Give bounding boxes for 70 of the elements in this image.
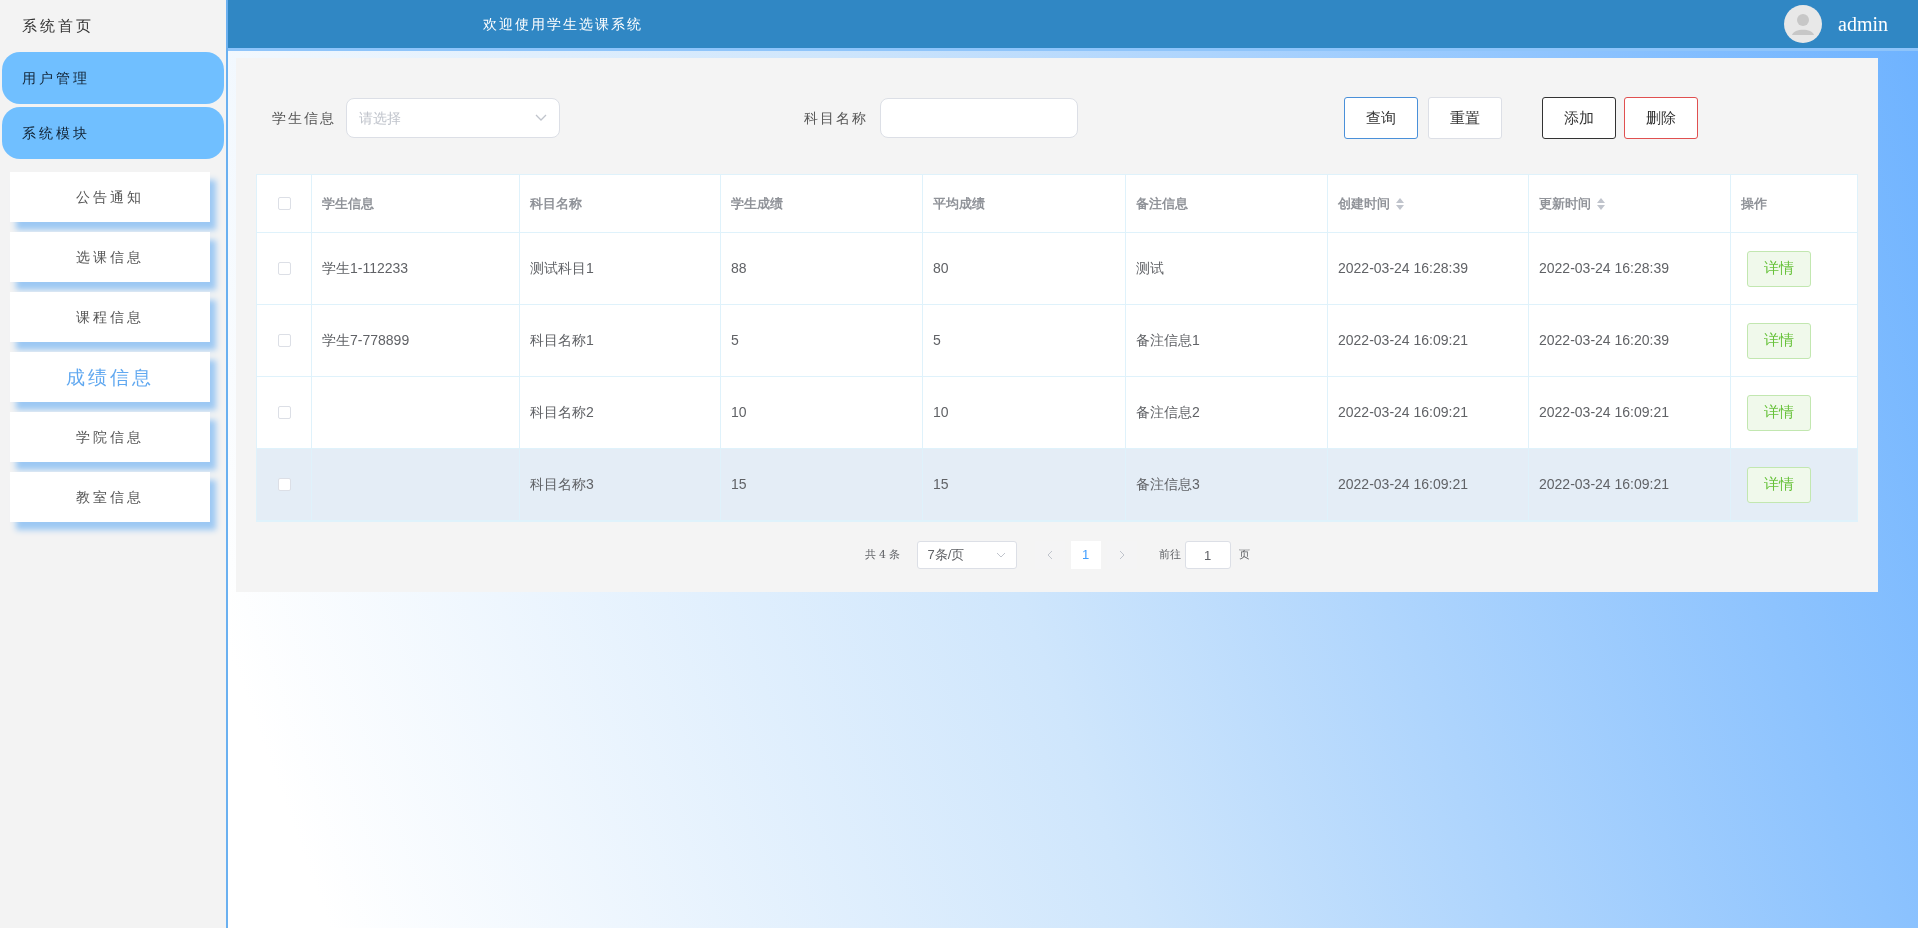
column-header: 备注信息 [1136, 194, 1188, 213]
page-suffix: 页 [1238, 546, 1250, 563]
table-cell-text: 科目名称2 [530, 403, 594, 422]
field-label: 科目名称 [804, 108, 868, 128]
table-cell-text: 测试 [1136, 259, 1164, 278]
table-cell-text: 10 [933, 403, 949, 422]
avatar-icon [1784, 5, 1822, 43]
column-header: 操作 [1741, 194, 1767, 213]
table-cell-text: 科目名称1 [530, 331, 594, 350]
row-checkbox[interactable] [277, 478, 291, 491]
table-cell-text: 科目名称3 [530, 475, 594, 494]
goto-label: 前往 [1158, 546, 1181, 563]
table-cell-text: 备注信息3 [1136, 475, 1200, 494]
table-cell-text: 88 [731, 259, 747, 278]
action-button[interactable]: 查询 [1344, 97, 1418, 139]
row-checkbox[interactable] [277, 406, 291, 419]
sort-icon[interactable] [1396, 197, 1404, 210]
column-header: 学生成绩 [731, 194, 783, 213]
table-cell-text: 备注信息1 [1136, 331, 1200, 350]
table-cell-text: 15 [933, 475, 949, 494]
table-cell-text: 2022-03-24 16:09:21 [1539, 475, 1669, 494]
home-link[interactable]: 系统首页 [0, 0, 226, 52]
row-checkbox[interactable] [277, 334, 291, 347]
table-row[interactable]: 科目名称2 10 10 备注信息2 2022-03-24 16:09:21 2022-03-24 16:09:21 详情 [257, 377, 1857, 449]
menu-item[interactable]: 公告通知 [10, 172, 210, 222]
menu-item[interactable]: 课程信息 [10, 292, 210, 342]
row-checkbox[interactable] [277, 262, 291, 275]
chevron-down-icon [995, 552, 1006, 558]
field-label: 学生信息 [272, 108, 336, 128]
user-name[interactable]: admin [1838, 9, 1888, 39]
table-cell-text: 测试科目1 [530, 259, 594, 278]
column-header: 科目名称 [530, 194, 582, 213]
page-input[interactable]: 1 [1184, 541, 1231, 569]
table-cell-text: 学生7-778899 [322, 331, 410, 350]
table-cell-text: 2022-03-24 16:09:21 [1338, 403, 1468, 422]
table-cell-text: 2022-03-24 16:09:21 [1338, 331, 1468, 350]
table-cell-text: 2022-03-24 16:20:39 [1539, 331, 1669, 350]
table-cell-text: 80 [933, 259, 949, 278]
table-cell-text: 5 [933, 331, 941, 350]
menu-group[interactable]: 用户管理 [2, 52, 224, 104]
page-size-select[interactable]: 7条/页 [916, 541, 1017, 569]
select-all-checkbox[interactable] [277, 197, 291, 210]
table-row[interactable]: 学生7-778899 科目名称1 5 5 备注信息1 2022-03-24 16:09:21 2022-03-24 16:20:39 详情 [257, 305, 1857, 377]
subject-input[interactable] [880, 98, 1078, 138]
menu-item[interactable]: 学院信息 [10, 412, 210, 462]
menu-item[interactable]: 教室信息 [10, 472, 210, 522]
total-count: 共 4 条 [864, 546, 901, 563]
sort-icon[interactable] [1597, 197, 1605, 210]
table-cell-text: 5 [731, 331, 739, 350]
action-button[interactable]: 重置 [1428, 97, 1502, 139]
action-button[interactable]: 添加 [1542, 97, 1616, 139]
chevron-down-icon [535, 114, 547, 122]
action-button[interactable]: 删除 [1624, 97, 1698, 139]
table-cell-text: 15 [731, 475, 747, 494]
column-header: 创建时间 [1338, 194, 1390, 213]
table-cell-text: 学生1-112233 [322, 259, 409, 278]
menu-group[interactable]: 系统模块 [2, 107, 224, 159]
table-row[interactable]: 科目名称3 15 15 备注信息3 2022-03-24 16:09:21 2022-03-24 16:09:21 详情 [257, 449, 1857, 521]
table-cell-text: 2022-03-24 16:09:21 [1539, 403, 1669, 422]
menu-item[interactable]: 选课信息 [10, 232, 210, 282]
table-cell-text: 2022-03-24 16:28:39 [1539, 259, 1669, 278]
table-cell-text: 2022-03-24 16:28:39 [1338, 259, 1468, 278]
table-cell-text: 2022-03-24 16:09:21 [1338, 475, 1468, 494]
column-header: 更新时间 [1539, 194, 1591, 213]
page-title: 欢迎使用学生选课系统 [483, 14, 643, 34]
table-cell-text: 备注信息2 [1136, 403, 1200, 422]
column-header: 平均成绩 [933, 194, 985, 213]
table-row[interactable]: 学生1-112233 测试科目1 88 80 测试 2022-03-24 16:28:39 2022-03-24 16:28:39 详情 [257, 233, 1857, 305]
table-cell-text: 10 [731, 403, 747, 422]
column-header: 学生信息 [322, 194, 374, 213]
